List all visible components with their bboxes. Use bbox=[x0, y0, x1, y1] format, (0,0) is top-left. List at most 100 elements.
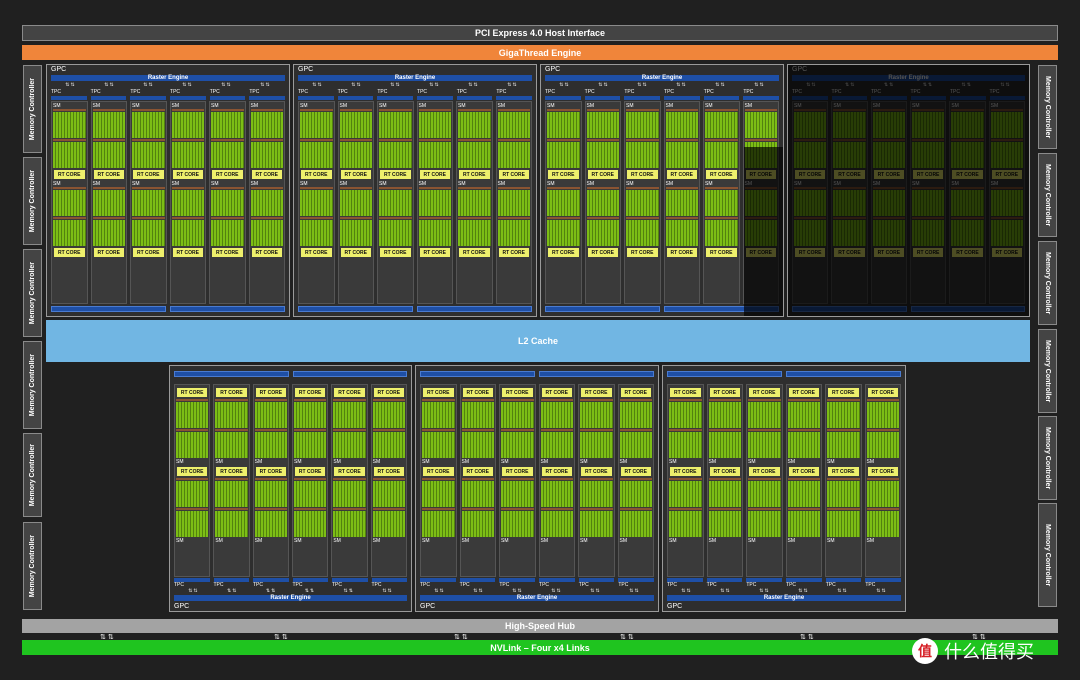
rt-core: RT CORE bbox=[502, 388, 533, 397]
l1-cache-strip bbox=[92, 187, 125, 189]
arrow-pair: ⇅⇅ bbox=[576, 589, 615, 594]
arrow-pair: ⇅⇅ bbox=[706, 589, 745, 594]
tpc: TPC bbox=[90, 89, 127, 100]
cuda-core-block bbox=[215, 402, 248, 428]
cuda-core-block bbox=[132, 112, 165, 138]
rt-core: RT CORE bbox=[423, 388, 454, 397]
raster-engine-label: Raster Engine bbox=[394, 75, 436, 81]
rt-core: RT CORE bbox=[627, 170, 658, 179]
sm-label: SM bbox=[540, 459, 549, 465]
cuda-core-block bbox=[540, 511, 573, 537]
gpc: GPCRaster Engine⇅⇅⇅⇅⇅⇅⇅⇅⇅⇅⇅⇅TPCTPCTPCTPC… bbox=[662, 365, 906, 612]
sm-column: SMRT CORESMRT CORE bbox=[416, 101, 453, 304]
arrow-icon: ⇅⇅ bbox=[598, 82, 609, 88]
gpc: GPCRaster Engine⇅⇅⇅⇅⇅⇅⇅⇅⇅⇅⇅⇅TPCTPCTPCTPC… bbox=[293, 64, 537, 317]
tpc-label: TPC bbox=[377, 89, 388, 95]
arrow-pair: ⇅⇅ bbox=[174, 589, 213, 594]
arrow-icon: ⇅⇅ bbox=[182, 82, 193, 88]
cuda-core-block bbox=[827, 511, 860, 537]
polymorph-engine bbox=[624, 96, 661, 100]
hub-arrow-icon: ⇅⇅ bbox=[800, 634, 816, 641]
cuda-core-block bbox=[176, 432, 209, 458]
l1-cache-strip bbox=[708, 429, 741, 431]
l1-cache-strip bbox=[547, 139, 580, 141]
crossbar-strip bbox=[667, 371, 901, 377]
l1-cache-strip bbox=[827, 478, 860, 480]
l1-cache-strip bbox=[92, 217, 125, 219]
sm-label: SM bbox=[176, 538, 184, 544]
arrow-icon: ⇅⇅ bbox=[434, 588, 445, 594]
cuda-core-block bbox=[339, 220, 372, 246]
l1-cache-strip bbox=[580, 399, 613, 401]
l1-cache-strip bbox=[132, 217, 165, 219]
tpc: TPC bbox=[174, 577, 210, 588]
polymorph-engine bbox=[664, 96, 700, 100]
l1-cache-strip bbox=[254, 429, 287, 431]
crossbar-segment bbox=[420, 371, 535, 377]
raster-engine: Raster Engine bbox=[174, 595, 407, 601]
rt-core: RT CORE bbox=[666, 248, 697, 257]
gpc: GPCRaster Engine⇅⇅⇅⇅⇅⇅⇅⇅⇅⇅⇅⇅TPCTPCTPCTPC… bbox=[415, 365, 659, 612]
cuda-core-block bbox=[626, 190, 659, 216]
l2-cache: L2 Cache bbox=[46, 320, 1030, 362]
cuda-core-block bbox=[827, 402, 860, 428]
raster-engine: Raster Engine bbox=[298, 75, 532, 81]
sm-label: SM bbox=[372, 459, 381, 465]
cuda-core-block bbox=[250, 112, 283, 138]
cuda-core-block bbox=[501, 511, 534, 537]
rt-core: RT CORE bbox=[620, 388, 651, 397]
tpc: TPC bbox=[249, 89, 286, 100]
polymorph-engine bbox=[51, 96, 87, 100]
l1-cache-strip bbox=[132, 109, 165, 111]
l1-cache-strip bbox=[580, 508, 613, 510]
raster-engine-label: Raster Engine bbox=[147, 75, 189, 81]
arrow-pair: ⇅⇅ bbox=[740, 83, 779, 88]
cuda-core-block bbox=[132, 190, 165, 216]
tpc-row: TPC TPC TPC TPC TPC TPC bbox=[667, 577, 902, 588]
sm-label: SM bbox=[333, 538, 341, 544]
sm-column: RT CORE SM RT CORE SM bbox=[174, 384, 211, 577]
cuda-core-block bbox=[547, 220, 580, 246]
l1-cache-strip bbox=[669, 429, 702, 431]
l1-cache-strip bbox=[461, 429, 494, 431]
rt-core: RT CORE bbox=[666, 170, 697, 179]
cuda-core-block bbox=[254, 402, 287, 428]
arrow-pair: ⇅⇅ bbox=[207, 83, 246, 88]
arrow-pair: ⇅⇅ bbox=[701, 83, 740, 88]
memory-controller: Memory Controller bbox=[23, 341, 42, 429]
l1-cache-strip bbox=[547, 109, 580, 111]
l1-cache-strip bbox=[586, 187, 619, 189]
cuda-core-block bbox=[293, 402, 327, 428]
rt-core: RT CORE bbox=[709, 388, 740, 397]
l1-cache-strip bbox=[619, 429, 652, 431]
cuda-core-block bbox=[300, 190, 333, 216]
l1-cache-strip bbox=[669, 508, 702, 510]
l1-cache-strip bbox=[748, 429, 781, 431]
rt-core: RT CORE bbox=[212, 170, 243, 179]
hub-arrow-icon: ⇅⇅ bbox=[454, 634, 470, 641]
hub-arrow-icon: ⇅⇅ bbox=[972, 634, 988, 641]
tpc-row: TPC TPC TPC TPC TPC TPC bbox=[51, 89, 286, 100]
sm-label: SM bbox=[540, 538, 549, 544]
memory-controller-label: Memory Controller bbox=[1044, 523, 1051, 587]
crossbar-segment bbox=[174, 371, 289, 377]
memory-controller: Memory Controller bbox=[1038, 503, 1057, 607]
l1-cache-strip bbox=[211, 187, 244, 189]
l1-cache-strip bbox=[300, 187, 333, 189]
polymorph-engine bbox=[249, 96, 286, 100]
sm-label: SM bbox=[866, 459, 875, 465]
l1-cache-strip bbox=[293, 508, 327, 510]
cuda-core-block bbox=[586, 112, 619, 138]
l1-cache-strip bbox=[665, 139, 698, 141]
cuda-core-block bbox=[422, 402, 455, 428]
cuda-core-block bbox=[53, 142, 86, 168]
arrow-icon: ⇅⇅ bbox=[512, 588, 523, 594]
l1-cache-strip bbox=[176, 478, 209, 480]
l1-cache-strip bbox=[501, 508, 534, 510]
tpc-label: TPC bbox=[90, 89, 101, 95]
rt-core: RT CORE bbox=[706, 170, 737, 179]
cuda-core-block bbox=[372, 402, 405, 428]
rt-core: RT CORE bbox=[867, 467, 898, 476]
arrow-pair: ⇅⇅ bbox=[623, 83, 662, 88]
cuda-core-block bbox=[300, 112, 333, 138]
